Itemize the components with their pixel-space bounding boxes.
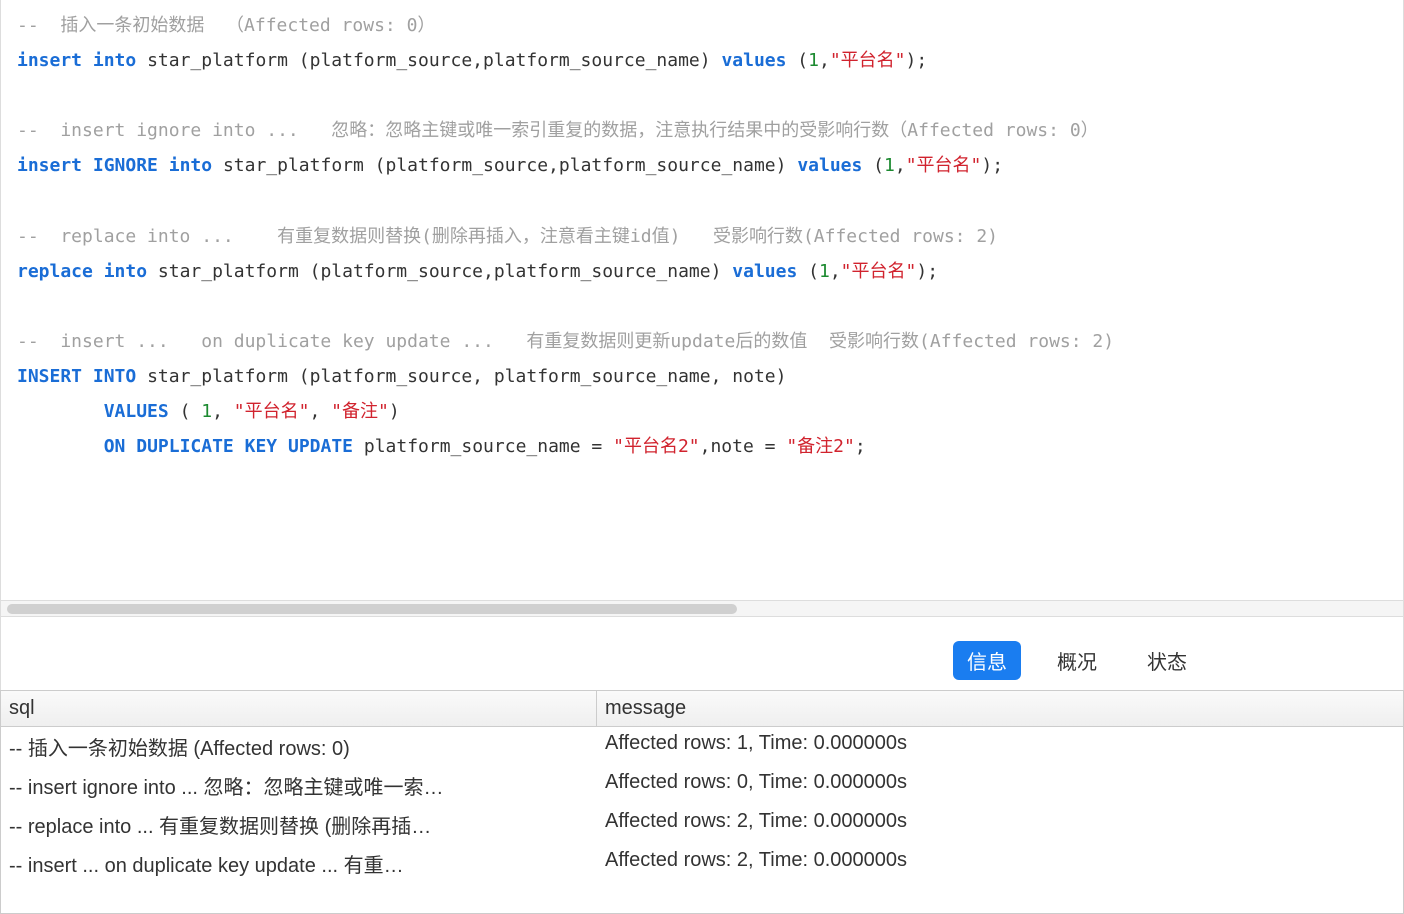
code-token: INTO: [93, 366, 136, 387]
code-token: );: [906, 50, 928, 71]
code-token: "平台名": [906, 155, 982, 176]
code-line[interactable]: -- replace into ... 有重复数据则替换(删除再插入，注意看主键…: [17, 219, 1387, 254]
sql-editor[interactable]: -- 插入一条初始数据 （Affected rows: 0） insert int…: [0, 0, 1404, 601]
results-cell-message: Affected rows: 2, Time: 0.000000s: [597, 844, 1403, 883]
code-token: (: [786, 50, 808, 71]
code-token: insert: [17, 155, 82, 176]
code-token: [125, 436, 136, 457]
tab-2[interactable]: 状态: [1133, 641, 1201, 680]
results-cell-sql: -- insert ignore into ... 忽略：忽略主键或唯一索…: [1, 766, 597, 805]
results-cell-message: Affected rows: 0, Time: 0.000000s: [597, 766, 1403, 805]
code-token: "平台名": [234, 401, 310, 422]
results-cell-message: Affected rows: 2, Time: 0.000000s: [597, 805, 1403, 844]
code-token: ,: [212, 401, 234, 422]
code-token: -- insert ... on duplicate key update ..…: [17, 331, 1114, 352]
code-token: values: [797, 155, 862, 176]
code-token: star_platform (platform_source,platform_…: [136, 50, 721, 71]
code-token: [234, 436, 245, 457]
code-token: [82, 366, 93, 387]
code-token: (: [169, 401, 202, 422]
code-token: into: [169, 155, 212, 176]
code-line[interactable]: replace into star_platform (platform_sou…: [17, 254, 1387, 289]
code-token: );: [981, 155, 1003, 176]
code-token: UPDATE: [288, 436, 353, 457]
code-token: ,: [830, 261, 841, 282]
code-line[interactable]: VALUES ( 1, "平台名", "备注"): [17, 394, 1387, 429]
code-token: values: [732, 261, 797, 282]
code-line[interactable]: ON DUPLICATE KEY UPDATE platform_source_…: [17, 429, 1387, 464]
code-line[interactable]: -- insert ... on duplicate key update ..…: [17, 324, 1387, 359]
code-token: KEY: [245, 436, 278, 457]
code-line[interactable]: insert IGNORE into star_platform (platfo…: [17, 148, 1387, 183]
code-token: [17, 401, 104, 422]
code-token: (: [797, 261, 819, 282]
code-token: star_platform (platform_source, platform…: [136, 366, 786, 387]
code-token: values: [721, 50, 786, 71]
results-row[interactable]: -- insert ... on duplicate key update ..…: [1, 844, 1403, 883]
code-token: into: [104, 261, 147, 282]
code-line[interactable]: [17, 78, 1387, 113]
code-token: 1: [819, 261, 830, 282]
code-token: "备注": [331, 401, 389, 422]
code-token: IGNORE: [93, 155, 158, 176]
results-row[interactable]: -- replace into ... 有重复数据则替换 (删除再插…Affec…: [1, 805, 1403, 844]
results-cell-sql: -- insert ... on duplicate key update ..…: [1, 844, 597, 883]
code-token: ,: [819, 50, 830, 71]
code-token: [82, 50, 93, 71]
code-line[interactable]: -- insert ignore into ... 忽略：忽略主键或唯一索引重复…: [17, 113, 1387, 148]
code-token: [93, 261, 104, 282]
code-token: -- 插入一条初始数据 （Affected rows: 0）: [17, 15, 435, 36]
code-line[interactable]: -- 插入一条初始数据 （Affected rows: 0）: [17, 8, 1387, 43]
code-token: star_platform (platform_source,platform_…: [147, 261, 732, 282]
code-token: insert: [17, 50, 82, 71]
code-token: DUPLICATE: [136, 436, 234, 457]
code-token: platform_source_name =: [353, 436, 613, 457]
tab-1[interactable]: 概况: [1043, 641, 1111, 680]
result-tabs-bar: 信息概况状态: [0, 631, 1404, 690]
code-token: [277, 436, 288, 457]
results-cell-sql: -- 插入一条初始数据 (Affected rows: 0): [1, 727, 597, 766]
code-token: ): [389, 401, 400, 422]
code-token: replace: [17, 261, 93, 282]
code-line[interactable]: INSERT INTO star_platform (platform_sour…: [17, 359, 1387, 394]
code-token: VALUES: [104, 401, 169, 422]
code-token: ON: [104, 436, 126, 457]
results-cell-sql: -- replace into ... 有重复数据则替换 (删除再插…: [1, 805, 597, 844]
results-header-sql[interactable]: sql: [1, 691, 597, 726]
code-token: );: [916, 261, 938, 282]
results-row[interactable]: -- 插入一条初始数据 (Affected rows: 0)Affected r…: [1, 727, 1403, 766]
divider: [0, 617, 1404, 631]
code-token: ,: [309, 401, 331, 422]
results-row[interactable]: -- insert ignore into ... 忽略：忽略主键或唯一索…Af…: [1, 766, 1403, 805]
code-token: 1: [808, 50, 819, 71]
horizontal-scrollbar-track[interactable]: [0, 601, 1404, 617]
results-header: sql message: [1, 691, 1403, 727]
code-token: "备注2": [786, 436, 855, 457]
code-token: ;: [855, 436, 866, 457]
tab-0[interactable]: 信息: [953, 641, 1021, 680]
code-token: -- insert ignore into ... 忽略：忽略主键或唯一索引重复…: [17, 120, 1099, 141]
results-cell-message: Affected rows: 1, Time: 0.000000s: [597, 727, 1403, 766]
code-token: into: [93, 50, 136, 71]
code-token: (: [862, 155, 884, 176]
code-token: INSERT: [17, 366, 82, 387]
code-token: -- replace into ... 有重复数据则替换(删除再插入，注意看主键…: [17, 226, 998, 247]
code-token: 1: [201, 401, 212, 422]
code-token: ,note =: [700, 436, 787, 457]
code-token: "平台名": [830, 50, 906, 71]
code-token: 1: [884, 155, 895, 176]
code-token: star_platform (platform_source,platform_…: [212, 155, 797, 176]
code-token: [17, 436, 104, 457]
results-panel: sql message -- 插入一条初始数据 (Affected rows: …: [0, 690, 1404, 914]
code-token: "平台名2": [613, 436, 700, 457]
code-token: ,: [895, 155, 906, 176]
code-line[interactable]: [17, 289, 1387, 324]
results-header-message[interactable]: message: [597, 691, 1403, 726]
code-token: [158, 155, 169, 176]
horizontal-scrollbar-thumb[interactable]: [7, 604, 737, 614]
code-line[interactable]: [17, 183, 1387, 218]
code-token: "平台名": [841, 261, 917, 282]
code-line[interactable]: insert into star_platform (platform_sour…: [17, 43, 1387, 78]
code-token: [82, 155, 93, 176]
